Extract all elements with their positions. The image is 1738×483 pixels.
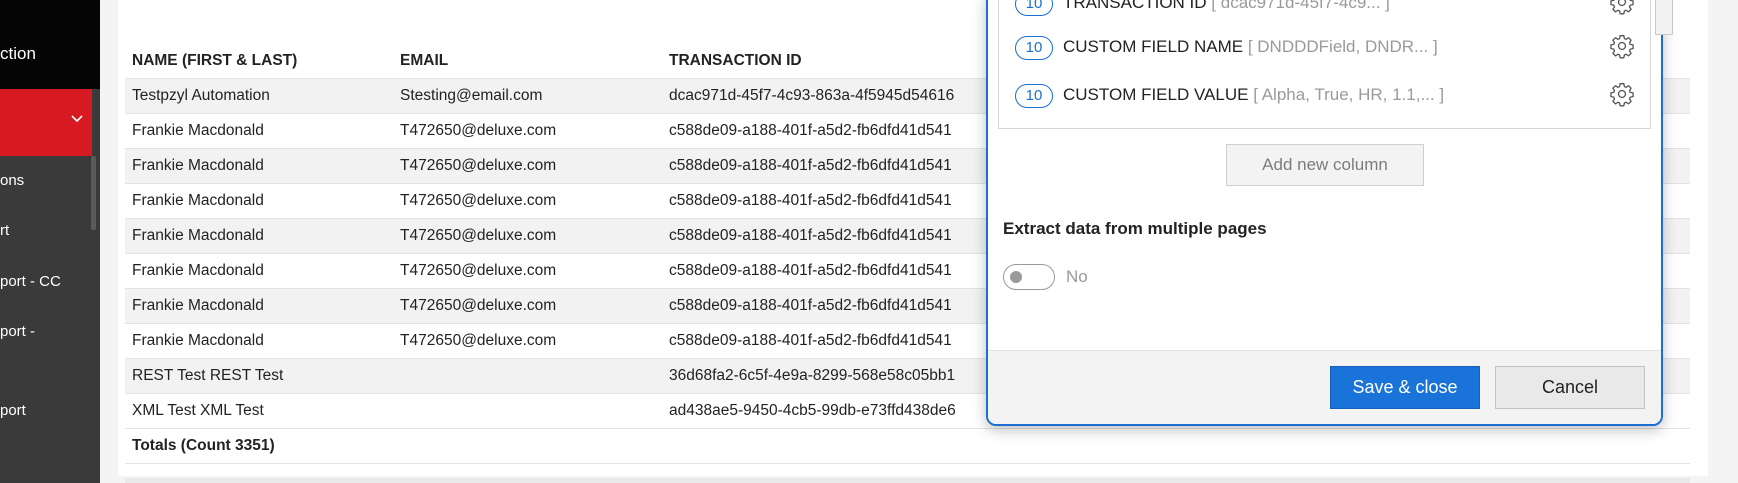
column-list[interactable]: 10 TRANSACTION ID [ dcac971d-45f7-4c9...… — [998, 0, 1651, 129]
sidebar: ction ons rt port - CC port - port — [0, 0, 100, 483]
column-width-badge[interactable]: 10 — [1015, 36, 1053, 60]
cell-email — [393, 393, 662, 429]
cell-name: Testpzyl Automation — [125, 78, 393, 114]
totals-row: Totals (Count 3351) — [125, 428, 1690, 464]
gear-icon[interactable] — [1609, 0, 1635, 15]
totals-cell — [393, 428, 662, 464]
gear-icon[interactable] — [1609, 33, 1635, 59]
toolbar-button-edge[interactable] — [1655, 0, 1673, 35]
sidebar-header-label: ction — [0, 44, 36, 63]
column-width-badge[interactable]: 10 — [1015, 84, 1053, 108]
sidebar-header[interactable]: ction — [0, 0, 100, 89]
column-list-label: CUSTOM FIELD NAME [ DNDDDField, DNDR... … — [1063, 37, 1438, 57]
gear-icon[interactable] — [1609, 81, 1635, 107]
column-header-name[interactable]: NAME (FIRST & LAST) — [125, 44, 393, 79]
column-sample-values: [ DNDDDField, DNDR... ] — [1247, 37, 1438, 56]
sidebar-item[interactable]: port - CC — [0, 273, 61, 290]
cell-name: Frankie Macdonald — [125, 288, 393, 324]
totals-cell — [662, 428, 1690, 464]
column-list-item[interactable]: 10 CUSTOM FIELD VALUE [ Alpha, True, HR,… — [1015, 82, 1635, 112]
column-header-email[interactable]: EMAIL — [393, 44, 662, 79]
cell-name: XML Test XML Test — [125, 393, 393, 429]
cell-email: T472650@deluxe.com — [393, 113, 662, 149]
sidebar-item[interactable]: port — [0, 402, 26, 419]
sidebar-item[interactable]: ons — [0, 172, 24, 189]
sidebar-active-section[interactable] — [0, 89, 92, 156]
extract-multiple-pages-label: Extract data from multiple pages — [1003, 219, 1267, 238]
cell-name: Frankie Macdonald — [125, 183, 393, 219]
cell-name: REST Test REST Test — [125, 358, 393, 394]
cell-name: Frankie Macdonald — [125, 218, 393, 254]
column-name: CUSTOM FIELD VALUE — [1063, 85, 1249, 104]
next-section-edge — [125, 478, 1690, 483]
dialog-footer: Save & close Cancel — [988, 350, 1661, 424]
add-new-column-button[interactable]: Add new column — [1226, 144, 1424, 186]
column-editor-dialog: 10 TRANSACTION ID [ dcac971d-45f7-4c9...… — [986, 0, 1663, 426]
toggle-state-label: No — [1066, 267, 1088, 286]
column-list-item[interactable]: 10 CUSTOM FIELD NAME [ DNDDDField, DNDR.… — [1015, 34, 1635, 64]
chevron-down-icon[interactable] — [70, 111, 84, 127]
column-list-label: CUSTOM FIELD VALUE [ Alpha, True, HR, 1.… — [1063, 85, 1444, 105]
totals-label: Totals (Count 3351) — [125, 428, 393, 464]
toggle-knob — [1010, 271, 1022, 283]
cell-name: Frankie Macdonald — [125, 323, 393, 359]
extract-multiple-pages-toggle[interactable] — [1003, 264, 1055, 290]
save-and-close-button[interactable]: Save & close — [1330, 366, 1480, 409]
sidebar-item[interactable]: port - — [0, 323, 35, 340]
column-list-label: TRANSACTION ID [ dcac971d-45f7-4c9... ] — [1063, 0, 1390, 13]
sidebar-item[interactable]: rt — [0, 222, 9, 239]
cell-email: T472650@deluxe.com — [393, 288, 662, 324]
cell-email: T472650@deluxe.com — [393, 183, 662, 219]
cell-email — [393, 358, 662, 394]
sidebar-scrollbar[interactable] — [91, 156, 96, 230]
cell-email: T472650@deluxe.com — [393, 148, 662, 184]
cell-email: Stesting@email.com — [393, 78, 662, 114]
cell-email: T472650@deluxe.com — [393, 323, 662, 359]
cell-email: T472650@deluxe.com — [393, 253, 662, 289]
cell-name: Frankie Macdonald — [125, 148, 393, 184]
cancel-button[interactable]: Cancel — [1495, 366, 1645, 409]
column-sample-values: [ Alpha, True, HR, 1.1,... ] — [1253, 85, 1445, 104]
column-width-badge[interactable]: 10 — [1015, 0, 1053, 16]
column-name: CUSTOM FIELD NAME — [1063, 37, 1244, 56]
column-name: TRANSACTION ID — [1063, 0, 1207, 12]
column-list-item[interactable]: 10 TRANSACTION ID [ dcac971d-45f7-4c9...… — [1015, 0, 1635, 20]
cell-email: T472650@deluxe.com — [393, 218, 662, 254]
cell-name: Frankie Macdonald — [125, 113, 393, 149]
column-sample-values: [ dcac971d-45f7-4c9... ] — [1211, 0, 1390, 12]
cell-name: Frankie Macdonald — [125, 253, 393, 289]
